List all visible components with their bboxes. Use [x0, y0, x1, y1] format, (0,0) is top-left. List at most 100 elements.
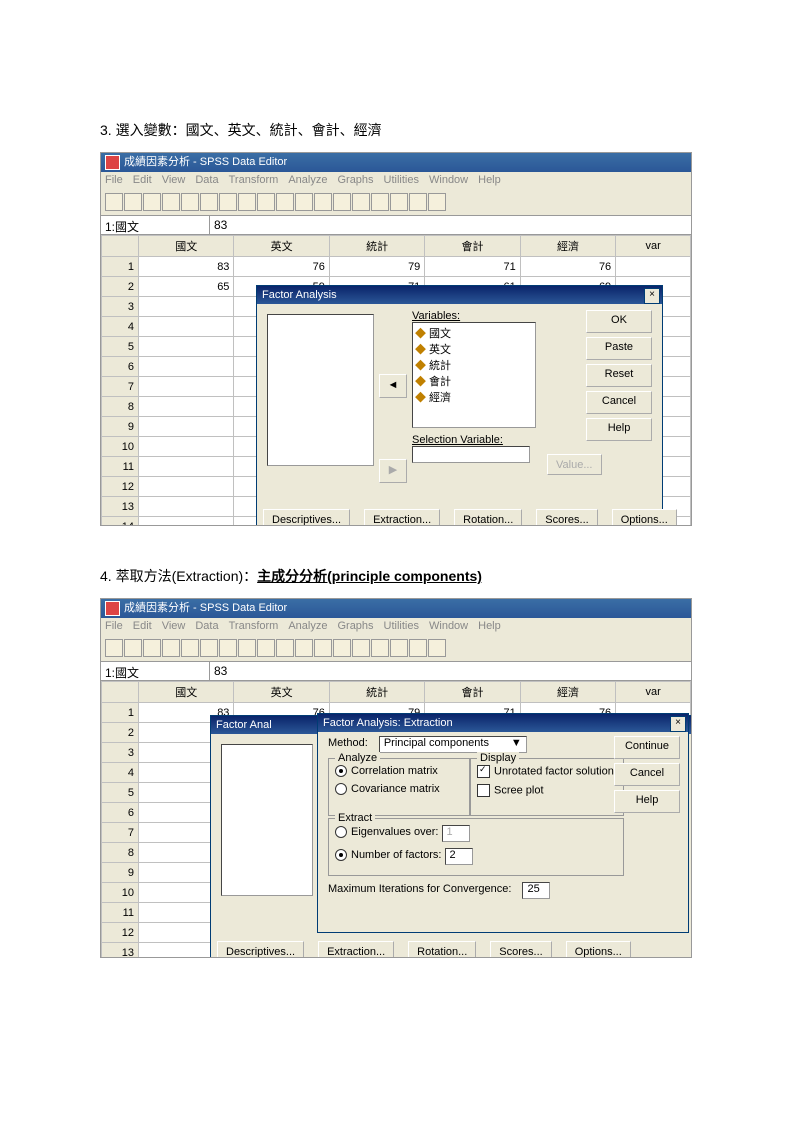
- continue-button[interactable]: Continue: [614, 736, 680, 759]
- tool-btn[interactable]: [333, 639, 351, 657]
- menubar[interactable]: FileEditViewDataTransformAnalyzeGraphsUt…: [101, 172, 691, 191]
- var-item[interactable]: ◆ 會計: [415, 373, 533, 389]
- help-button[interactable]: Help: [614, 790, 680, 813]
- menu-data[interactable]: Data: [195, 174, 218, 186]
- menu-window[interactable]: Window: [429, 174, 468, 186]
- tool-btn[interactable]: [162, 193, 180, 211]
- col-統計[interactable]: 統計: [329, 236, 424, 257]
- tool-btn[interactable]: [238, 639, 256, 657]
- row-hdr[interactable]: 3: [102, 743, 139, 763]
- menu-data[interactable]: Data: [195, 620, 218, 632]
- scores-button[interactable]: Scores...: [490, 941, 551, 958]
- unrotated-checkbox[interactable]: Unrotated factor solution: [477, 765, 617, 778]
- row-hdr[interactable]: 5: [102, 783, 139, 803]
- cell[interactable]: 71: [425, 257, 520, 277]
- menu-transform[interactable]: Transform: [229, 174, 279, 186]
- tool-btn[interactable]: [124, 639, 142, 657]
- row-hdr[interactable]: 13: [102, 943, 139, 959]
- cell-value[interactable]: 83: [210, 662, 691, 680]
- extraction-button[interactable]: Extraction...: [364, 509, 440, 526]
- tool-btn[interactable]: [295, 193, 313, 211]
- row-hdr[interactable]: 1: [102, 257, 139, 277]
- tool-btn[interactable]: [276, 193, 294, 211]
- cell[interactable]: [139, 397, 234, 417]
- menu-help[interactable]: Help: [478, 620, 501, 632]
- row-hdr[interactable]: 12: [102, 923, 139, 943]
- method-select[interactable]: Principal components▼: [379, 736, 527, 753]
- cell[interactable]: 83: [139, 257, 234, 277]
- cell[interactable]: 65: [139, 277, 234, 297]
- tool-btn[interactable]: [295, 639, 313, 657]
- nfactors-input[interactable]: 2: [445, 848, 473, 865]
- tool-btn[interactable]: [143, 639, 161, 657]
- col-國文[interactable]: 國文: [139, 682, 234, 703]
- menubar[interactable]: FileEditViewDataTransformAnalyzeGraphsUt…: [101, 618, 691, 637]
- help-button[interactable]: Help: [586, 418, 652, 441]
- correlation-radio[interactable]: Correlation matrix: [335, 765, 463, 777]
- tool-btn[interactable]: [314, 639, 332, 657]
- rotation-button[interactable]: Rotation...: [454, 509, 522, 526]
- cell[interactable]: [139, 517, 234, 527]
- rotation-button[interactable]: Rotation...: [408, 941, 476, 958]
- tool-btn[interactable]: [390, 639, 408, 657]
- tool-btn[interactable]: [428, 193, 446, 211]
- options-button[interactable]: Options...: [566, 941, 631, 958]
- cell[interactable]: [139, 417, 234, 437]
- ok-button[interactable]: OK: [586, 310, 652, 333]
- tool-btn[interactable]: [352, 193, 370, 211]
- col-var[interactable]: var: [616, 236, 691, 257]
- row-hdr[interactable]: 13: [102, 497, 139, 517]
- tool-btn[interactable]: [409, 639, 427, 657]
- col-經濟[interactable]: 經濟: [520, 682, 615, 703]
- cell[interactable]: [139, 437, 234, 457]
- cell[interactable]: [139, 357, 234, 377]
- tool-btn[interactable]: [181, 639, 199, 657]
- number-factors-radio[interactable]: Number of factors: 2: [335, 848, 617, 865]
- options-button[interactable]: Options...: [612, 509, 677, 526]
- row-hdr[interactable]: 10: [102, 437, 139, 457]
- menu-view[interactable]: View: [162, 620, 186, 632]
- tool-btn[interactable]: [409, 193, 427, 211]
- col-統計[interactable]: 統計: [329, 682, 424, 703]
- row-hdr[interactable]: 11: [102, 457, 139, 477]
- tool-btn[interactable]: [257, 639, 275, 657]
- row-hdr[interactable]: 1: [102, 703, 139, 723]
- row-hdr[interactable]: 10: [102, 883, 139, 903]
- col-var[interactable]: var: [616, 682, 691, 703]
- menu-view[interactable]: View: [162, 174, 186, 186]
- row-hdr[interactable]: 3: [102, 297, 139, 317]
- maxiter-input[interactable]: 25: [522, 882, 550, 899]
- col-國文[interactable]: 國文: [139, 236, 234, 257]
- descriptives-button[interactable]: Descriptives...: [217, 941, 304, 958]
- menu-file[interactable]: File: [105, 620, 123, 632]
- cell[interactable]: [139, 377, 234, 397]
- var-item[interactable]: ◆ 經濟: [415, 389, 533, 405]
- tool-btn[interactable]: [219, 639, 237, 657]
- row-hdr[interactable]: 7: [102, 377, 139, 397]
- row-hdr[interactable]: 9: [102, 417, 139, 437]
- menu-utilities[interactable]: Utilities: [384, 620, 419, 632]
- menu-graphs[interactable]: Graphs: [337, 174, 373, 186]
- menu-transform[interactable]: Transform: [229, 620, 279, 632]
- col-英文[interactable]: 英文: [234, 682, 329, 703]
- cell[interactable]: [139, 497, 234, 517]
- row-hdr[interactable]: 8: [102, 843, 139, 863]
- toolbar[interactable]: [101, 637, 691, 662]
- row-hdr[interactable]: 9: [102, 863, 139, 883]
- row-hdr[interactable]: 2: [102, 723, 139, 743]
- tool-btn[interactable]: [371, 193, 389, 211]
- toolbar[interactable]: [101, 191, 691, 216]
- tool-btn[interactable]: [428, 639, 446, 657]
- tool-btn[interactable]: [219, 193, 237, 211]
- menu-file[interactable]: File: [105, 174, 123, 186]
- tool-btn[interactable]: [257, 193, 275, 211]
- cell[interactable]: 76: [520, 257, 615, 277]
- row-hdr[interactable]: 8: [102, 397, 139, 417]
- tool-btn[interactable]: [124, 193, 142, 211]
- row-hdr[interactable]: 5: [102, 337, 139, 357]
- tool-btn[interactable]: [200, 193, 218, 211]
- covariance-radio[interactable]: Covariance matrix: [335, 783, 463, 795]
- tool-btn[interactable]: [276, 639, 294, 657]
- menu-edit[interactable]: Edit: [133, 620, 152, 632]
- var-item[interactable]: ◆ 英文: [415, 341, 533, 357]
